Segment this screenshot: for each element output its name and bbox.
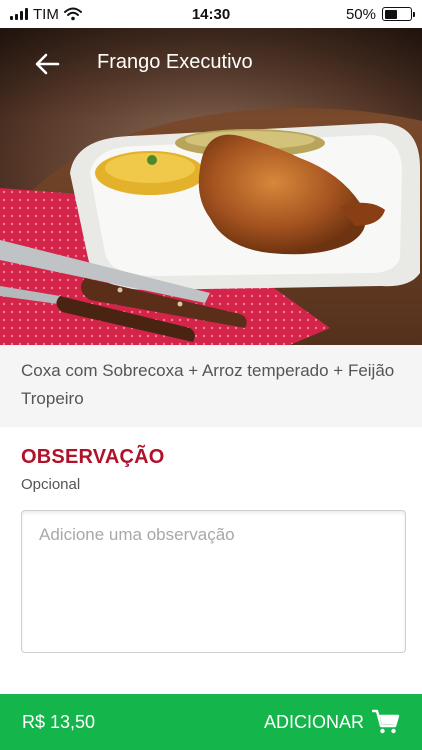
product-description: Coxa com Sobrecoxa + Arroz temperado + F… <box>0 345 422 427</box>
signal-icon <box>10 8 28 20</box>
arrow-left-icon <box>35 53 60 75</box>
observation-input[interactable] <box>21 510 406 653</box>
battery-percent: 50% <box>345 5 376 23</box>
page-title: Frango Executivo <box>97 51 253 73</box>
price-label: R$ 13,50 <box>22 711 96 732</box>
wifi-icon <box>63 7 82 21</box>
status-bar: TIM 14:30 50% <box>0 0 422 28</box>
back-button[interactable] <box>30 50 66 78</box>
observation-subtitle: Opcional <box>21 476 81 493</box>
add-to-cart-button[interactable]: ADICIONAR <box>264 709 400 735</box>
observation-title: OBSERVAÇÃO <box>21 446 165 468</box>
product-image: Frango Executivo <box>0 28 422 345</box>
carrier-name: TIM <box>33 5 59 23</box>
cart-icon <box>372 709 400 734</box>
bottom-bar: R$ 13,50 ADICIONAR <box>0 694 422 750</box>
status-right: 50% <box>345 5 415 23</box>
battery-fill <box>384 9 397 19</box>
battery-icon <box>382 7 415 21</box>
status-left: TIM <box>10 6 82 23</box>
add-button-label: ADICIONAR <box>263 711 364 732</box>
